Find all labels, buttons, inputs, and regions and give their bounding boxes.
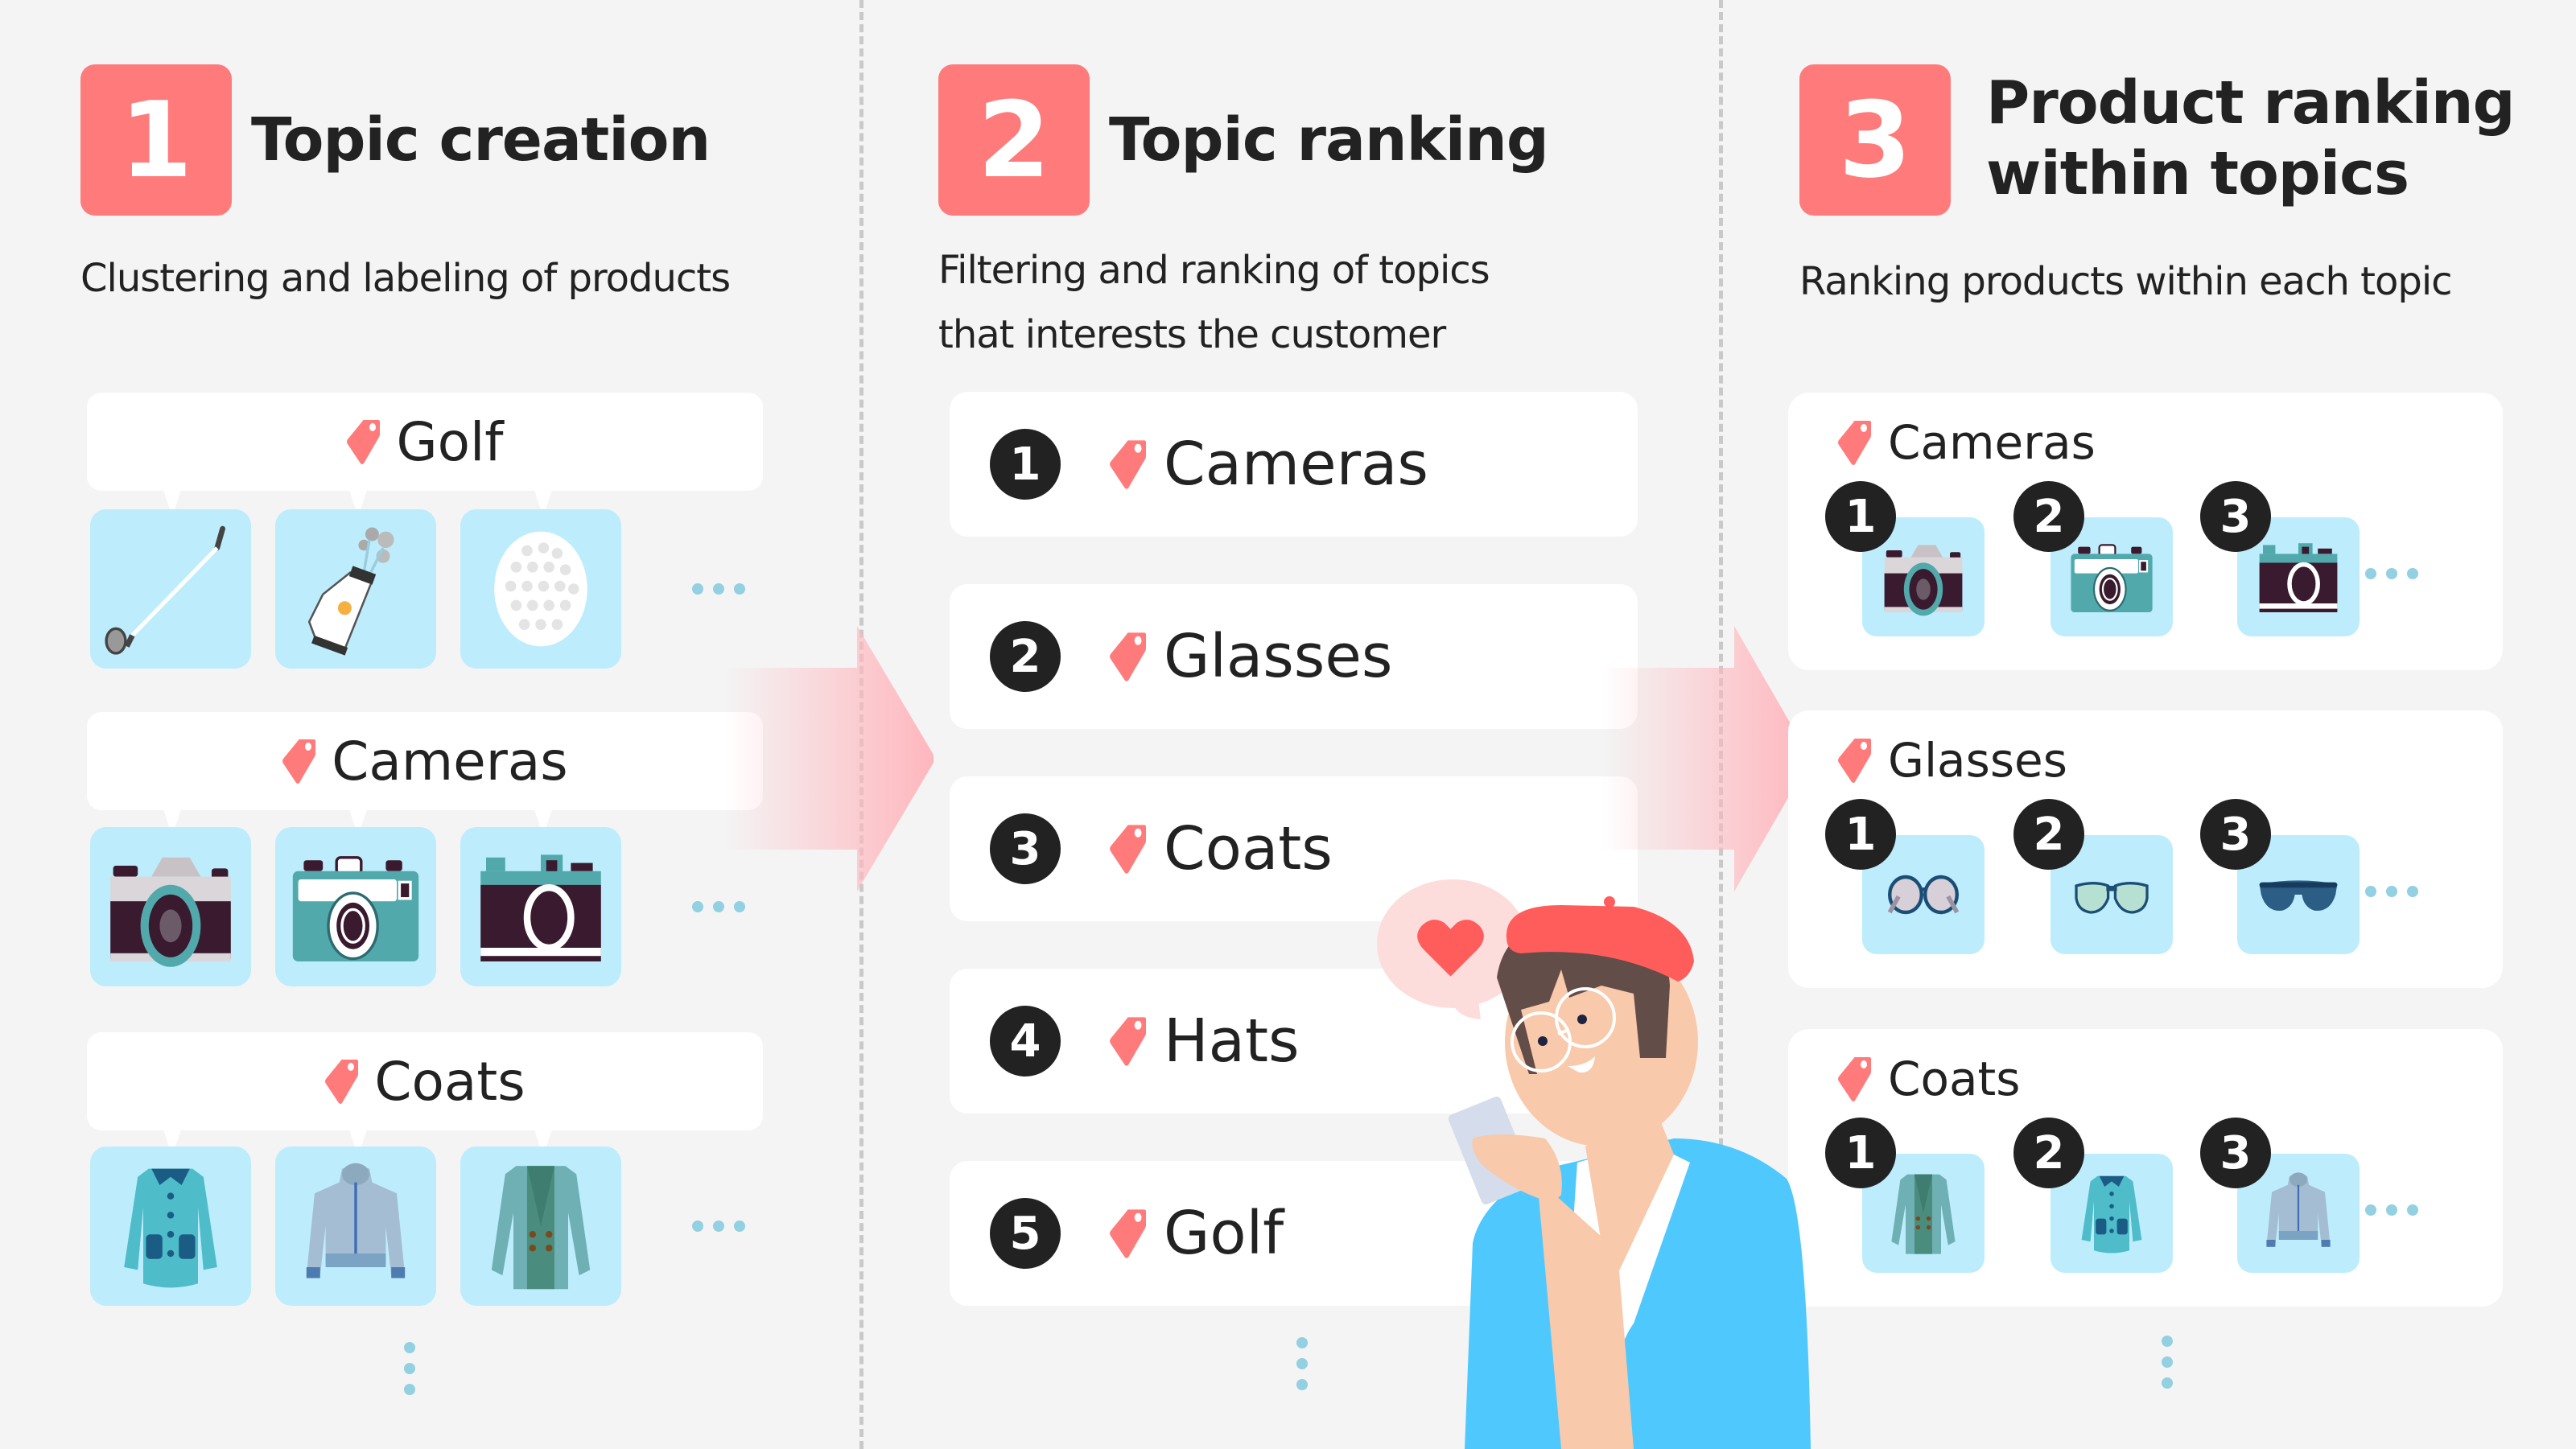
teal-camera-icon <box>2067 533 2156 621</box>
ranked-product[interactable]: 3 <box>2200 1118 2360 1273</box>
topic-name: Golf <box>1164 1199 1284 1268</box>
ranked-product[interactable]: 2 <box>2013 799 2173 954</box>
tag-icon <box>1109 630 1146 683</box>
rank-badge: 1 <box>1825 1118 1896 1188</box>
tag-icon <box>346 418 380 465</box>
step-description-line: that interests the customer <box>938 312 1446 357</box>
product-group-cameras: Cameras 1 2 3 <box>1788 393 2503 670</box>
rank-badge: 2 <box>2013 1118 2084 1188</box>
step-description: Ranking products within each topic <box>1799 259 2453 304</box>
tag-icon <box>282 738 315 784</box>
grey-jacket-icon <box>2254 1169 2343 1258</box>
golf-bag-icon <box>287 521 424 657</box>
tag-icon <box>324 1058 358 1105</box>
rank-badge: 3 <box>2200 799 2271 870</box>
step-number-badge: 3 <box>1799 64 1951 216</box>
dark-camera-icon <box>472 838 609 975</box>
tag-icon <box>1109 822 1146 875</box>
more-products-indicator <box>692 901 745 912</box>
topic-label-cameras: Cameras <box>87 712 763 836</box>
rank-badge: 3 <box>2200 481 2271 552</box>
topic-label-coats: Coats <box>87 1032 763 1156</box>
more-products-indicator <box>2365 886 2418 897</box>
slr-camera-icon <box>102 838 239 975</box>
rank-badge: 2 <box>990 621 1061 692</box>
topic-name: Hats <box>1164 1006 1300 1076</box>
topic-name: Glasses <box>1888 733 2067 788</box>
rank-badge: 1 <box>990 429 1061 500</box>
green-glasses-icon <box>2067 850 2156 939</box>
product-tile[interactable] <box>275 509 436 669</box>
step-description-line: Filtering and ranking of topics <box>938 248 1490 293</box>
tag-icon <box>1109 1015 1146 1068</box>
rank-badge: 3 <box>990 813 1061 884</box>
green-coat-icon <box>472 1158 609 1295</box>
golf-club-icon <box>102 521 239 657</box>
step-number-badge: 2 <box>938 64 1090 216</box>
teal-camera-icon <box>287 838 424 975</box>
rank-badge: 5 <box>990 1198 1061 1269</box>
slr-camera-icon <box>1879 533 1968 621</box>
ranked-product[interactable]: 3 <box>2200 799 2360 954</box>
product-tile[interactable] <box>460 509 621 669</box>
tag-icon <box>1109 438 1146 491</box>
topic-name: Glasses <box>1164 622 1393 691</box>
ranked-topic[interactable]: 1 Cameras <box>950 392 1638 537</box>
topic-name: Coats <box>1164 814 1333 883</box>
product-tile[interactable] <box>90 1146 251 1306</box>
step-title: Topic ranking <box>1109 105 1549 175</box>
flow-arrow-icon <box>724 626 934 891</box>
topic-name: Coats <box>1888 1052 2021 1106</box>
golf-ball-icon <box>472 521 609 657</box>
more-groups-indicator <box>2162 1336 2173 1389</box>
topic-label-golf: Golf <box>87 393 763 517</box>
rank-badge: 1 <box>1825 481 1896 552</box>
tag-icon <box>1836 419 1872 466</box>
customer-illustration <box>1377 879 1811 1449</box>
product-tile[interactable] <box>275 1146 436 1306</box>
step-title-line: Product ranking <box>1986 68 2516 138</box>
rank-badge: 4 <box>990 1006 1061 1076</box>
product-row <box>90 509 745 669</box>
sunglasses-icon <box>2254 850 2343 939</box>
topic-name: Golf <box>396 410 504 473</box>
ranked-product[interactable]: 1 <box>1825 481 1985 636</box>
more-topics-indicator <box>1296 1337 1308 1390</box>
rank-badge: 1 <box>1825 799 1896 870</box>
more-products-indicator <box>2365 568 2418 579</box>
product-tile[interactable] <box>90 509 251 669</box>
topic-name: Cameras <box>1888 415 2096 470</box>
step-title: Topic creation <box>251 105 711 175</box>
more-products-indicator <box>692 583 745 595</box>
more-products-indicator <box>2365 1204 2418 1216</box>
teal-coat-icon <box>2067 1169 2156 1258</box>
ranked-topic[interactable]: 2 Glasses <box>950 584 1638 729</box>
more-topics-indicator <box>404 1342 415 1395</box>
more-products-indicator <box>692 1221 745 1232</box>
topic-name: Cameras <box>332 730 568 792</box>
topic-name: Coats <box>374 1050 526 1113</box>
ranked-product[interactable]: 3 <box>2200 481 2360 636</box>
step-title-line: within topics <box>1986 139 2409 208</box>
tag-icon <box>1109 1207 1146 1260</box>
flow-arrow-icon <box>1601 626 1811 891</box>
rank-badge: 2 <box>2013 481 2084 552</box>
product-tile[interactable] <box>460 827 621 986</box>
product-row <box>90 827 745 986</box>
product-row <box>90 1146 745 1306</box>
product-tile[interactable] <box>460 1146 621 1306</box>
step-number-badge: 1 <box>80 64 232 216</box>
ranked-product[interactable]: 2 <box>2013 481 2173 636</box>
step-description: Clustering and labeling of products <box>80 256 731 301</box>
product-tile[interactable] <box>275 827 436 986</box>
rank-badge: 2 <box>2013 799 2084 870</box>
dark-camera-icon <box>2254 533 2343 621</box>
tag-icon <box>1836 737 1872 784</box>
rank-badge: 3 <box>2200 1118 2271 1188</box>
product-tile[interactable] <box>90 827 251 986</box>
grey-jacket-icon <box>287 1158 424 1295</box>
ranked-product[interactable]: 2 <box>2013 1118 2173 1273</box>
topic-name: Cameras <box>1164 430 1428 499</box>
teal-coat-icon <box>102 1158 239 1295</box>
